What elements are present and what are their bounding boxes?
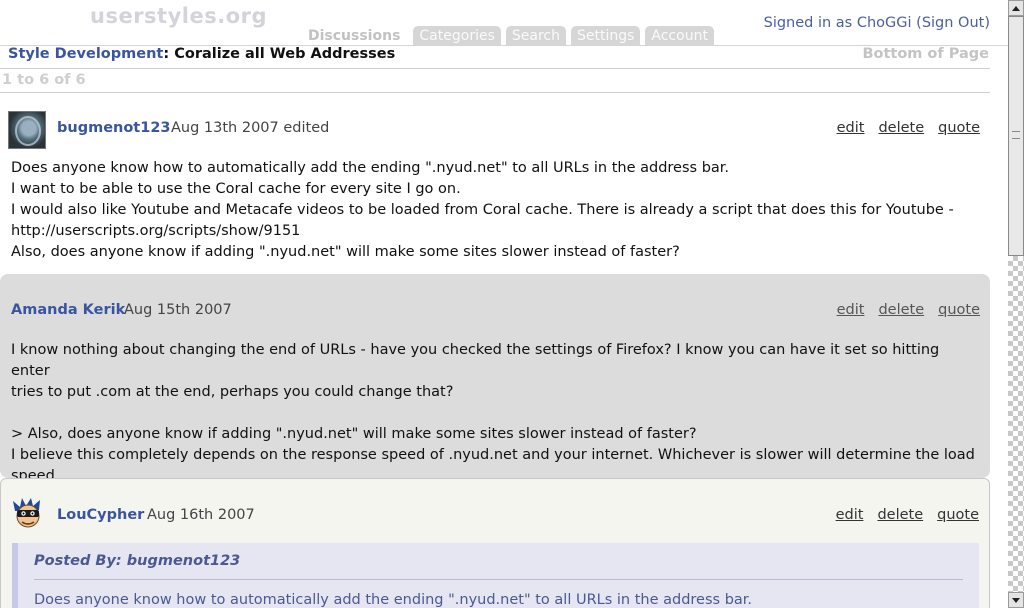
thread-title: Coralize all Web Addresses — [174, 46, 396, 62]
post-actions: edit delete quote — [837, 302, 980, 318]
chevron-down-icon[interactable] — [1008, 592, 1024, 608]
post-line: tries to put .com at the end, perhaps yo… — [11, 384, 454, 400]
post-link[interactable]: http://userscripts.org/scripts/show/9151 — [11, 221, 978, 242]
post-line: I know nothing about changing the end of… — [11, 342, 940, 379]
quote-link[interactable]: quote — [937, 507, 979, 523]
breadcrumb-separator: : — [163, 46, 175, 62]
post-actions: edit delete quote — [837, 120, 980, 136]
chevron-up-icon[interactable] — [1008, 0, 1024, 16]
divider — [0, 92, 990, 93]
post-count: 1 to 6 of 6 — [2, 72, 86, 88]
quote-block: Posted By: bugmenot123 Does anyone know … — [12, 543, 979, 608]
tab-categories[interactable]: Categories — [413, 26, 501, 46]
post-body: Does anyone know how to automatically ad… — [11, 158, 978, 263]
quote-text: Does anyone know how to automatically ad… — [34, 592, 753, 608]
tab-discussions[interactable]: Discussions — [300, 26, 409, 46]
post-line: Does anyone know how to automatically ad… — [11, 160, 730, 176]
post-body: I know nothing about changing the end of… — [11, 340, 978, 487]
delete-link[interactable]: delete — [877, 507, 923, 523]
delete-link[interactable]: delete — [878, 302, 924, 318]
quote-link[interactable]: quote — [938, 302, 980, 318]
breadcrumb-section[interactable]: Style Development — [8, 46, 163, 62]
edit-link[interactable]: edit — [837, 120, 865, 136]
post-line: I believe this completely depends on the… — [11, 447, 975, 463]
post-author[interactable]: Amanda Kerik — [11, 302, 125, 318]
quote-divider — [34, 579, 963, 580]
tab-search[interactable]: Search — [505, 26, 566, 46]
tab-account[interactable]: Account — [645, 26, 714, 46]
post-date: Aug 15th 2007 — [124, 302, 232, 318]
post-author[interactable]: LouCypher — [57, 507, 144, 523]
page-viewport: userstyles.org Discussions Categories Se… — [0, 0, 1008, 608]
site-header: userstyles.org Discussions Categories Se… — [0, 0, 1008, 46]
post-1: bugmenot123 Aug 13th 2007 edited edit de… — [0, 98, 990, 274]
post-line: > Also, does anyone know if adding ".nyu… — [11, 426, 697, 442]
post-line: I would also like Youtube and Metacafe v… — [11, 202, 954, 218]
username-link[interactable]: ChoGGi — [857, 15, 912, 31]
signin-prefix: Signed in as — [763, 15, 857, 31]
post-line: I want to be able to use the Coral cache… — [11, 181, 461, 197]
scrollbar-thumb[interactable] — [1008, 16, 1024, 256]
signin-status: Signed in as ChoGGi (Sign Out) — [764, 15, 990, 31]
post-actions: edit delete quote — [836, 507, 979, 523]
bottom-of-page-link[interactable]: Bottom of Page — [862, 46, 989, 62]
delete-link[interactable]: delete — [878, 120, 924, 136]
post-date: Aug 13th 2007 edited — [171, 120, 330, 136]
post-author[interactable]: bugmenot123 — [57, 120, 171, 136]
post-2: Amanda Kerik Aug 15th 2007 edit delete q… — [0, 274, 990, 484]
vertical-scrollbar[interactable] — [1008, 0, 1024, 608]
scrollbar-track[interactable] — [1008, 256, 1024, 592]
edit-link[interactable]: edit — [837, 302, 865, 318]
avatar-image[interactable] — [8, 111, 46, 149]
site-logo[interactable]: userstyles.org — [90, 4, 267, 28]
edited-label: edited — [283, 120, 330, 136]
signout-link[interactable]: (Sign Out) — [916, 15, 990, 31]
post-line: Also, does anyone know if adding ".nyud.… — [11, 244, 680, 260]
nav-tabs: Discussions Categories Search Settings A… — [300, 26, 714, 46]
quote-header: Posted By: bugmenot123 — [34, 553, 241, 569]
ninja-avatar[interactable] — [11, 497, 47, 533]
quote-link[interactable]: quote — [938, 120, 980, 136]
edit-link[interactable]: edit — [836, 507, 864, 523]
breadcrumb: Style Development: Coralize all Web Addr… — [8, 46, 395, 62]
post-3: LouCypher Aug 16th 2007 edit delete quot… — [0, 478, 990, 608]
tab-settings[interactable]: Settings — [570, 26, 641, 46]
post-date: Aug 16th 2007 — [147, 507, 255, 523]
divider — [0, 68, 990, 69]
